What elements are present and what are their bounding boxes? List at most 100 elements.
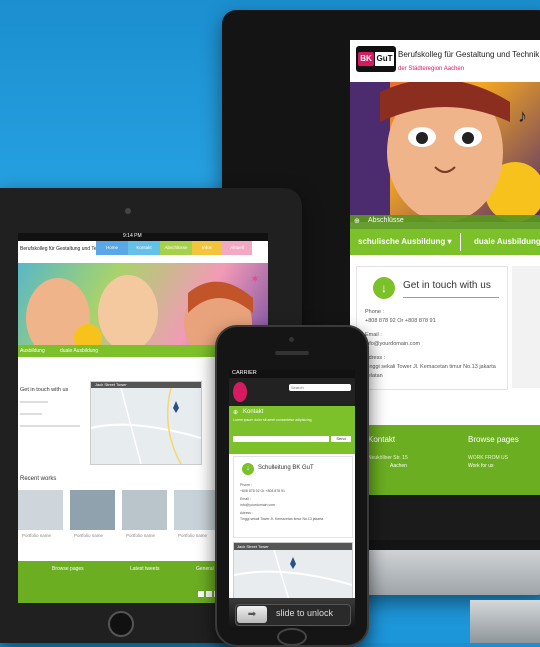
site-title: Berufskolleg für Gestaltung und Technik bbox=[398, 50, 540, 59]
tablet-tab-home[interactable]: Home bbox=[96, 241, 128, 255]
breadcrumb[interactable]: ⊕ Abschlüsse bbox=[350, 215, 540, 229]
phone-camera bbox=[289, 337, 294, 342]
phone-map-roads bbox=[234, 550, 352, 600]
portfolio-thumb[interactable] bbox=[174, 490, 219, 530]
tablet-home-button[interactable] bbox=[108, 611, 134, 637]
phone-card-line: info@yourdomain.com bbox=[240, 503, 276, 507]
phone-kontakt-title: Kontakt bbox=[243, 409, 264, 415]
tablet-header: Berufskolleg für Gestaltung und Technik … bbox=[18, 241, 268, 263]
tablet-status-bar: 9:14 PM bbox=[18, 233, 268, 241]
phone-label: Phone : bbox=[365, 309, 384, 315]
monitor-stand bbox=[470, 600, 540, 643]
site-header: BK GuT Berufskolleg für Gestaltung und T… bbox=[350, 40, 540, 82]
unlock-slider-track[interactable]: ➡ slide to unlock bbox=[235, 604, 351, 626]
tablet-tab-abschluesse[interactable]: Abschlüsse bbox=[160, 241, 192, 255]
tablet-contact-title: Get in touch with us bbox=[20, 387, 69, 393]
nav-item-schulische[interactable]: schulische Ausbildung ▾ bbox=[358, 229, 452, 255]
twitter-icon[interactable] bbox=[206, 591, 212, 597]
phone-text-input[interactable] bbox=[233, 436, 329, 442]
phone-card-line: Phone : bbox=[240, 483, 253, 487]
site-footer: Kontakt Browse pages Neuköllner Str. 15 … bbox=[350, 425, 540, 495]
phone-kontakt-section: ⊕ Kontakt Lorem ipsum dolor sit amet con… bbox=[229, 406, 355, 454]
phone-card-line: Email : bbox=[240, 497, 251, 501]
tablet-map-label: Jack Street Tower bbox=[95, 382, 127, 387]
contact-line bbox=[20, 401, 48, 403]
site-subtitle: der Städteregion Aachen bbox=[398, 66, 465, 72]
phone-card-line: Adress : bbox=[240, 511, 253, 515]
phone-search-input[interactable]: Search bbox=[289, 384, 351, 391]
lock-screen-bar: ➡ slide to unlock bbox=[229, 598, 355, 630]
phone-home-button[interactable] bbox=[277, 628, 307, 646]
tablet-map[interactable]: Jack Street Tower bbox=[90, 381, 202, 465]
hero-illustration: ♪ bbox=[350, 82, 540, 222]
tablet-nav-ausbildung[interactable]: Ausbildung bbox=[20, 345, 45, 357]
tablet-tab-kontakt[interactable]: Kontakt bbox=[128, 241, 160, 255]
footer-address: Neuköllner Str. 15 bbox=[368, 455, 408, 461]
phone-value: +808 878 92 Or +808 878 91 bbox=[365, 318, 436, 324]
nav-item-duale[interactable]: duale Ausbildung bbox=[474, 229, 540, 255]
footer-work-link[interactable]: Work for us bbox=[468, 463, 493, 469]
arrow-right-icon[interactable]: ➡ bbox=[237, 606, 267, 623]
tablet-map-roads bbox=[91, 388, 201, 464]
bkgut-logo[interactable]: BK GuT bbox=[356, 46, 396, 72]
phone-status-bar: CARRIER bbox=[229, 370, 355, 378]
portfolio-thumb[interactable] bbox=[122, 490, 167, 530]
portfolio-name: Portfolio name bbox=[178, 533, 208, 538]
hero-face-illustration: ♪ bbox=[350, 82, 540, 222]
title-underline bbox=[403, 297, 499, 298]
footer-city: Aachen bbox=[390, 463, 407, 469]
smartphone-device: CARRIER Search ⊕ Kontakt Lorem ipsum dol… bbox=[215, 325, 369, 647]
tablet-tab-aktuell[interactable]: Aktuell bbox=[222, 241, 252, 255]
footer-kontakt: Kontakt bbox=[368, 435, 396, 444]
arrow-circle-icon: ⊕ bbox=[233, 410, 239, 416]
logo-bk: BK bbox=[358, 52, 374, 66]
tablet-tab-infos[interactable]: Infos bbox=[192, 241, 222, 255]
contact-panel: ↓ Get in touch with us Phone : +808 878 … bbox=[356, 266, 508, 390]
email-value[interactable]: info@yourdomain.com bbox=[365, 341, 420, 347]
address-line-1: Tinggi sekali Tower Jl. Kemacetan timur … bbox=[365, 364, 496, 370]
breadcrumb-label: Abschlüsse bbox=[368, 217, 404, 224]
tablet-time: 9:14 PM bbox=[123, 233, 142, 239]
footer-bottom bbox=[350, 495, 540, 540]
phone-card-line: Tinggi sekali Tower Jl. Kemacetan timur … bbox=[240, 517, 324, 521]
phone-map[interactable]: Jack Street Tower bbox=[233, 542, 353, 602]
contact-line bbox=[20, 425, 80, 427]
nav-divider bbox=[460, 233, 461, 251]
phone-contact-card: ↓ Schulleitung BK GuT Phone : +808 878 9… bbox=[233, 456, 353, 538]
tablet-nav-duale[interactable]: duale Ausbildung bbox=[60, 345, 98, 357]
footer-browse: Browse pages bbox=[468, 435, 519, 444]
download-circle-icon: ↓ bbox=[242, 463, 254, 475]
svg-text:✶: ✶ bbox=[250, 272, 260, 286]
monitor-screen: BK GuT Berufskolleg für Gestaltung und T… bbox=[350, 40, 540, 540]
email-label: Email : bbox=[365, 332, 382, 338]
portfolio-name: Portfolio name bbox=[126, 533, 156, 538]
arrow-circle-icon: ⊕ bbox=[354, 218, 360, 225]
tablet-camera bbox=[125, 208, 131, 214]
phone-screen: CARRIER Search ⊕ Kontakt Lorem ipsum dol… bbox=[229, 370, 355, 630]
phone-header: Search bbox=[229, 378, 355, 406]
logo-gut: GuT bbox=[375, 52, 394, 66]
portfolio-name: Portfolio name bbox=[22, 533, 52, 538]
phone-intro-text: Lorem ipsum dolor sit amet consectetur a… bbox=[233, 418, 312, 422]
tablet-recent-works-title: Recent works bbox=[20, 476, 57, 482]
portfolio-name: Portfolio name bbox=[74, 533, 104, 538]
phone-map-bar: Jack Street Tower bbox=[234, 543, 352, 550]
tablet-footer-browse: Browse pages bbox=[52, 566, 84, 572]
tablet-contact: Get in touch with us bbox=[18, 383, 80, 453]
contact-title: Get in touch with us bbox=[403, 280, 491, 291]
portfolio-thumb[interactable] bbox=[70, 490, 115, 530]
tablet-footer-tweets: Latest tweets bbox=[130, 566, 160, 572]
footer-work-head: WORK FROM US bbox=[468, 455, 508, 461]
phone-logo[interactable] bbox=[233, 382, 247, 402]
tablet-footer-general: General bbox=[196, 566, 214, 572]
contact-line bbox=[20, 413, 42, 415]
portfolio-thumb[interactable] bbox=[18, 490, 63, 530]
side-panel bbox=[512, 266, 540, 388]
phone-send-button[interactable]: Send bbox=[331, 436, 351, 442]
phone-card-line: +808 878 92 Or +808 878 91 bbox=[240, 489, 285, 493]
download-circle-icon: ↓ bbox=[373, 277, 395, 299]
svg-text:♪: ♪ bbox=[518, 106, 527, 126]
phone-card-title: Schulleitung BK GuT bbox=[258, 465, 314, 471]
facebook-icon[interactable] bbox=[198, 591, 204, 597]
phone-map-label: Jack Street Tower bbox=[237, 544, 269, 549]
